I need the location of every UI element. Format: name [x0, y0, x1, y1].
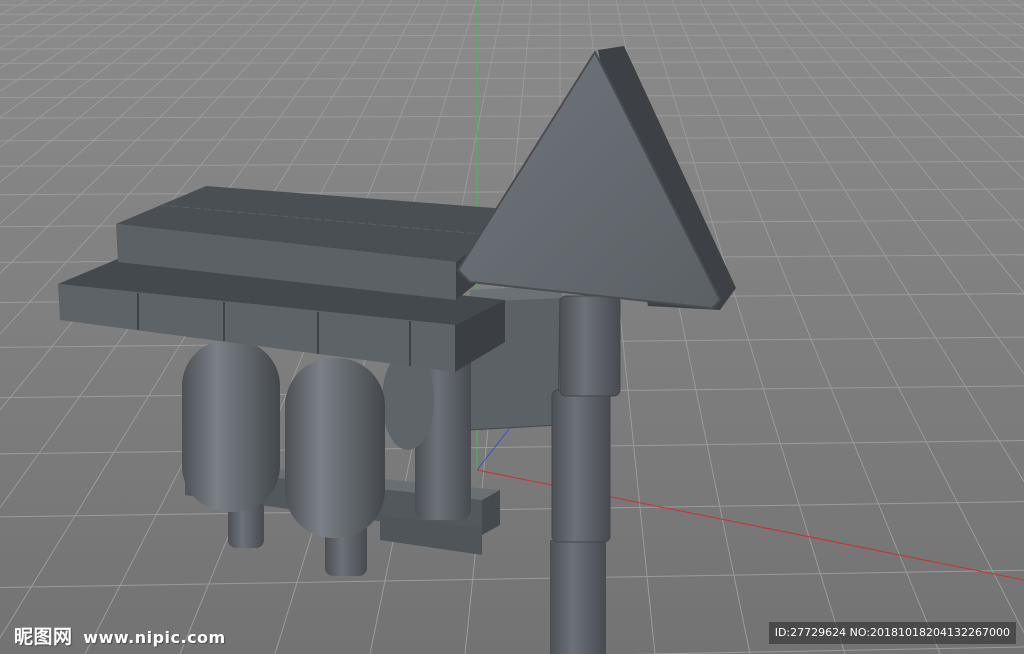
viewport-scene[interactable] [0, 0, 1024, 654]
site-watermark: 昵图网 www.nipic.com [14, 622, 226, 649]
tank-left [182, 340, 280, 512]
site-url: www.nipic.com [83, 628, 226, 647]
tank-right [285, 358, 385, 538]
image-info-badge: ID:27729624 NO:20181018204132267000 [768, 622, 1016, 644]
image-info-text: ID:27729624 NO:20181018204132267000 [774, 626, 1010, 639]
3d-viewport[interactable]: 昵图网 www.nipic.com ID:27729624 NO:2018101… [0, 0, 1024, 654]
site-name: 昵图网 [14, 626, 73, 648]
sign-pole-segment-top [559, 295, 621, 397]
sign-pole-segment-middle [551, 389, 611, 543]
sign-pole-segment-bottom [550, 540, 606, 654]
